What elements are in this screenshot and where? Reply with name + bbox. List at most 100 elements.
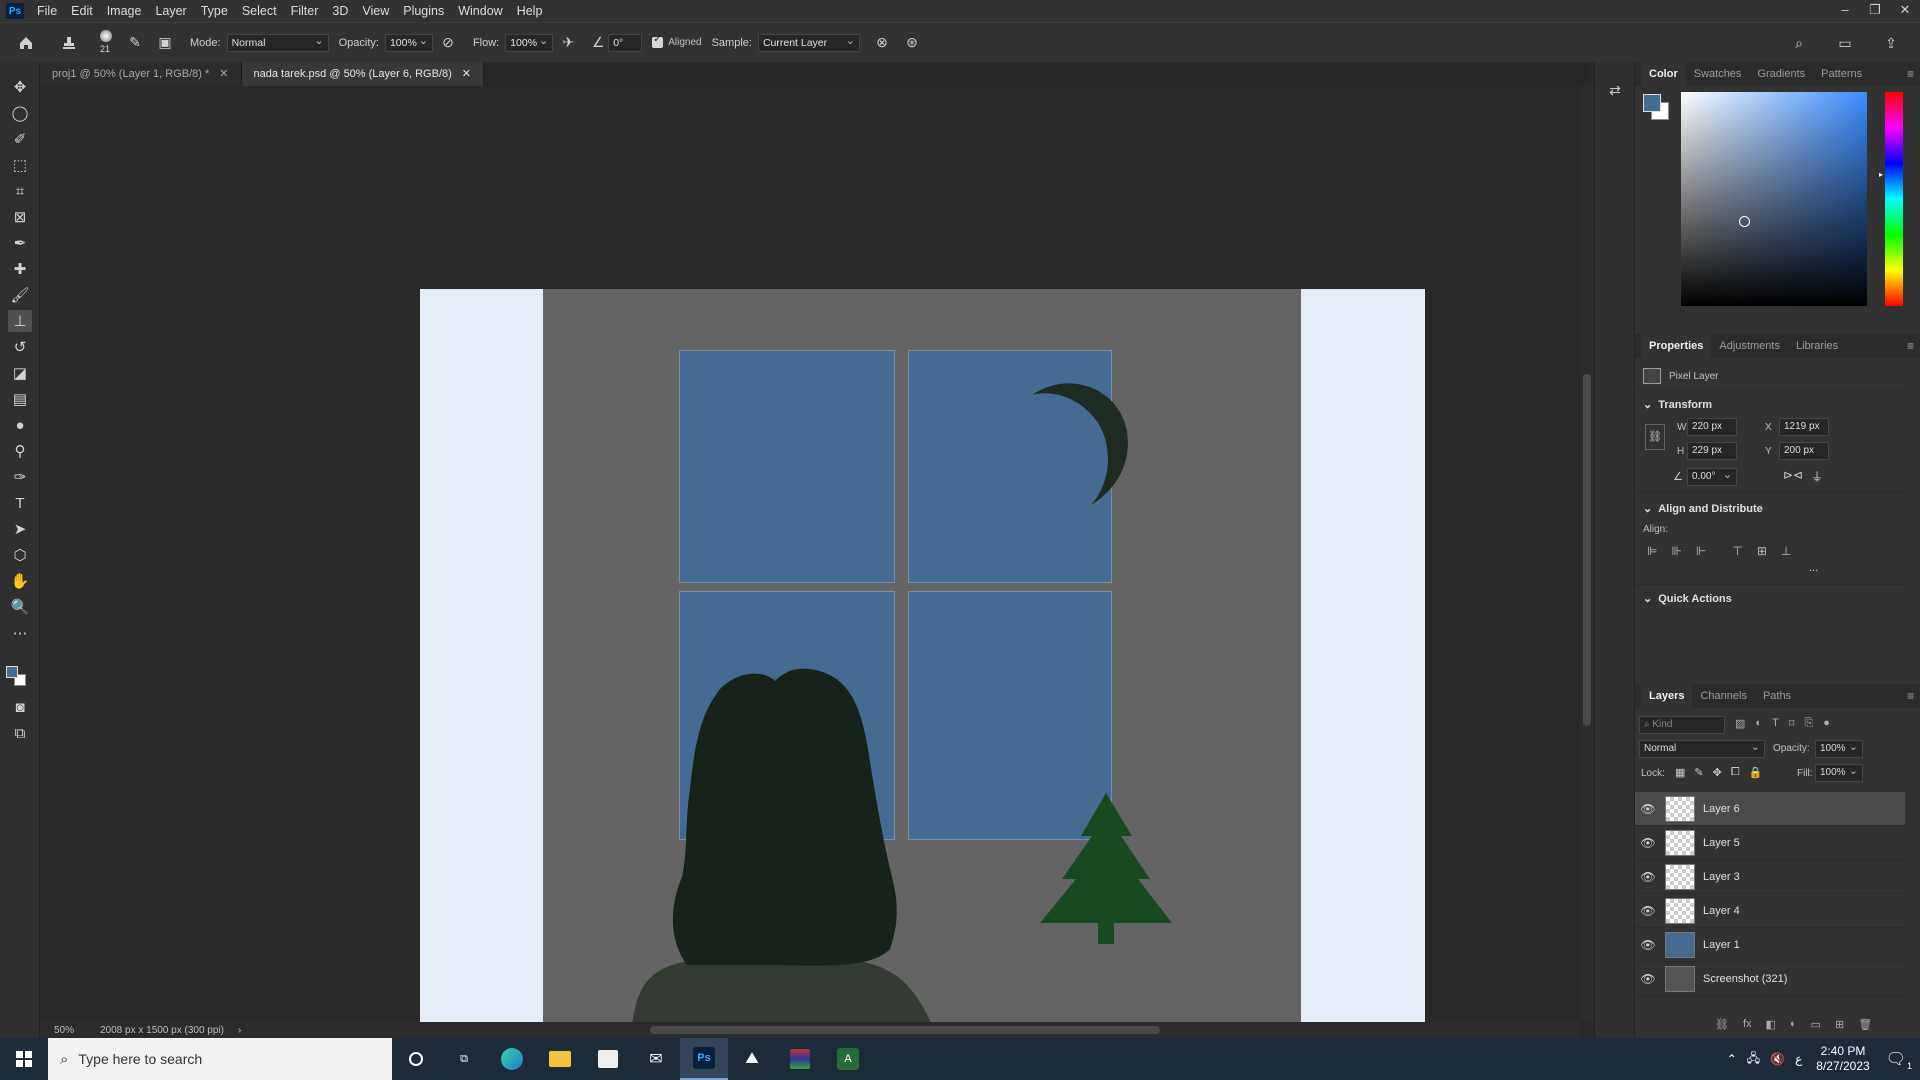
close-tab-icon[interactable]: ✕ bbox=[462, 62, 471, 86]
brush-settings-icon[interactable]: ✎ bbox=[125, 33, 145, 53]
chevron-up-icon[interactable]: ⌃ bbox=[1727, 1052, 1737, 1066]
clone-stamp-tool-icon[interactable]: ⊥ bbox=[8, 310, 32, 332]
lock-position-icon[interactable]: ✥ bbox=[1713, 766, 1722, 779]
zoom-tool-icon[interactable]: 🔍 bbox=[8, 596, 32, 618]
link-dimensions-icon[interactable]: ⛓ bbox=[1645, 424, 1665, 450]
pressure-size-icon[interactable]: ⊛ bbox=[902, 33, 922, 53]
more-options-icon[interactable]: ... bbox=[1809, 562, 1818, 574]
brush-tool-icon[interactable]: 🖌 bbox=[8, 284, 32, 306]
lock-transparency-icon[interactable]: ▦ bbox=[1675, 766, 1685, 779]
input-language-icon[interactable]: ع bbox=[1795, 1052, 1802, 1066]
eyedropper-tool-icon[interactable]: ✒ bbox=[8, 232, 32, 254]
tab-properties[interactable]: Properties bbox=[1641, 334, 1712, 358]
quick-selection-tool-icon[interactable]: ✐ bbox=[8, 128, 32, 150]
panel-menu-icon[interactable]: ≡ bbox=[1907, 339, 1914, 353]
filter-toggle-icon[interactable]: ● bbox=[1823, 717, 1830, 730]
gradient-tool-icon[interactable]: ▤ bbox=[8, 388, 32, 410]
menu-window[interactable]: Window bbox=[451, 4, 509, 18]
tab-gradients[interactable]: Gradients bbox=[1749, 62, 1813, 86]
close-tab-icon[interactable]: ✕ bbox=[219, 62, 228, 86]
path-selection-tool-icon[interactable]: ➤ bbox=[8, 518, 32, 540]
adjustment-layer-icon[interactable]: ◐ bbox=[1790, 1018, 1797, 1031]
layer-row-screenshot[interactable]: 👁 Screenshot (321) bbox=[1635, 962, 1905, 996]
new-layer-icon[interactable]: ⊞ bbox=[1835, 1018, 1844, 1031]
layer-row-layer-4[interactable]: 👁 Layer 4 bbox=[1635, 894, 1905, 928]
angle-field[interactable]: 0° bbox=[608, 33, 643, 52]
eraser-tool-icon[interactable]: ◪ bbox=[8, 362, 32, 384]
menu-layer[interactable]: Layer bbox=[148, 4, 193, 18]
menu-image[interactable]: Image bbox=[100, 4, 149, 18]
photos-app-icon[interactable]: ⛰ bbox=[728, 1038, 776, 1080]
tab-libraries[interactable]: Libraries bbox=[1788, 334, 1846, 358]
menu-3d[interactable]: 3D bbox=[325, 4, 355, 18]
flip-horizontal-icon[interactable]: ⊳⊲ bbox=[1783, 468, 1803, 482]
more-tools-icon[interactable]: ⋯ bbox=[8, 622, 32, 644]
tab-adjustments[interactable]: Adjustments bbox=[1711, 334, 1788, 358]
horizontal-scrollbar[interactable] bbox=[290, 1022, 1580, 1038]
restore-button[interactable]: ❐ bbox=[1860, 0, 1890, 22]
align-center-h-icon[interactable]: ⊪ bbox=[1671, 544, 1681, 558]
canvas-area[interactable] bbox=[40, 86, 1578, 1041]
visibility-eye-icon[interactable]: 👁 bbox=[1635, 802, 1661, 816]
tab-layers[interactable]: Layers bbox=[1641, 684, 1693, 708]
menu-help[interactable]: Help bbox=[510, 4, 550, 18]
fill-field[interactable]: 100% bbox=[1815, 763, 1863, 782]
align-top-icon[interactable]: ⊤ bbox=[1732, 544, 1742, 558]
filter-pixel-icon[interactable]: ▨ bbox=[1735, 717, 1745, 730]
transform-section-header[interactable]: ⌄ Transform bbox=[1643, 398, 1712, 412]
shape-tool-icon[interactable]: ⬡ bbox=[8, 544, 32, 566]
healing-brush-tool-icon[interactable]: ✚ bbox=[8, 258, 32, 280]
clock[interactable]: 2:40 PM 8/27/2023 bbox=[1816, 1044, 1869, 1074]
search-icon[interactable]: ⌕ bbox=[1789, 33, 1809, 53]
microsoft-store-icon[interactable] bbox=[584, 1038, 632, 1080]
minimize-button[interactable]: – bbox=[1830, 0, 1860, 22]
tab-patterns[interactable]: Patterns bbox=[1813, 62, 1870, 86]
menu-type[interactable]: Type bbox=[194, 4, 235, 18]
horizontal-scroll-thumb[interactable] bbox=[650, 1026, 1160, 1034]
rotation-field[interactable]: 0.00° bbox=[1687, 467, 1737, 486]
layer-row-layer-1[interactable]: 👁 Layer 1 bbox=[1635, 928, 1905, 962]
tab-channels[interactable]: Channels bbox=[1692, 684, 1754, 708]
flip-vertical-icon[interactable]: ⏚ bbox=[1811, 468, 1823, 485]
crop-tool-icon[interactable]: ⌗ bbox=[8, 180, 32, 202]
blend-mode-dropdown[interactable]: Normal bbox=[1639, 739, 1765, 758]
vertical-scrollbar[interactable] bbox=[1580, 86, 1594, 1022]
visibility-eye-icon[interactable]: 👁 bbox=[1635, 938, 1661, 952]
menu-select[interactable]: Select bbox=[235, 4, 284, 18]
airbrush-icon[interactable]: ✈ bbox=[558, 33, 578, 53]
menu-edit[interactable]: Edit bbox=[64, 4, 100, 18]
pressure-opacity-icon[interactable]: ⊘ bbox=[438, 33, 458, 53]
menu-view[interactable]: View bbox=[355, 4, 396, 18]
layer-opacity-field[interactable]: 100% bbox=[1815, 739, 1863, 758]
align-left-icon[interactable]: ⊫ bbox=[1647, 544, 1657, 558]
delete-layer-icon[interactable]: 🗑 bbox=[1858, 1018, 1872, 1031]
cortana-icon[interactable] bbox=[392, 1038, 440, 1080]
close-button[interactable]: ✕ bbox=[1890, 0, 1920, 22]
hue-slider[interactable] bbox=[1885, 92, 1903, 306]
file-explorer-icon[interactable] bbox=[536, 1038, 584, 1080]
y-field[interactable]: 200 px bbox=[1779, 442, 1829, 460]
aligned-checkbox[interactable]: ✓ bbox=[652, 34, 664, 48]
visibility-eye-icon[interactable]: 👁 bbox=[1635, 972, 1661, 986]
frame-tool-icon[interactable]: ⊠ bbox=[8, 206, 32, 228]
document-tab-nada-tarek[interactable]: nada tarek.psd @ 50% (Layer 6, RGB/8) ✕ bbox=[241, 62, 484, 86]
hand-tool-icon[interactable]: ✋ bbox=[8, 570, 32, 592]
layer-row-layer-5[interactable]: 👁 Layer 5 bbox=[1635, 826, 1905, 860]
network-icon[interactable]: 🖧 bbox=[1747, 1049, 1760, 1070]
filter-type-icon[interactable]: T bbox=[1772, 717, 1779, 730]
quick-actions-header[interactable]: ⌄ Quick Actions bbox=[1643, 592, 1732, 606]
object-selection-tool-icon[interactable]: ⬚ bbox=[8, 154, 32, 176]
menu-file[interactable]: File bbox=[30, 4, 64, 18]
lock-pixels-icon[interactable]: ✎ bbox=[1694, 766, 1703, 779]
lock-artboard-icon[interactable]: ⧠ bbox=[1731, 766, 1740, 779]
flow-field[interactable]: 100% bbox=[505, 33, 554, 52]
photoshop-taskbar-icon[interactable]: Ps bbox=[680, 1038, 728, 1080]
blur-tool-icon[interactable]: ● bbox=[8, 414, 32, 436]
dodge-tool-icon[interactable]: ⚲ bbox=[8, 440, 32, 462]
layer-row-layer-6[interactable]: 👁 Layer 6 bbox=[1635, 792, 1905, 826]
windows-start-icon[interactable] bbox=[0, 1038, 48, 1080]
align-right-icon[interactable]: ⊩ bbox=[1696, 544, 1706, 558]
move-tool-icon[interactable]: ✥ bbox=[8, 76, 32, 98]
color-field[interactable] bbox=[1681, 92, 1867, 306]
share-icon[interactable]: ⇪ bbox=[1881, 33, 1901, 53]
